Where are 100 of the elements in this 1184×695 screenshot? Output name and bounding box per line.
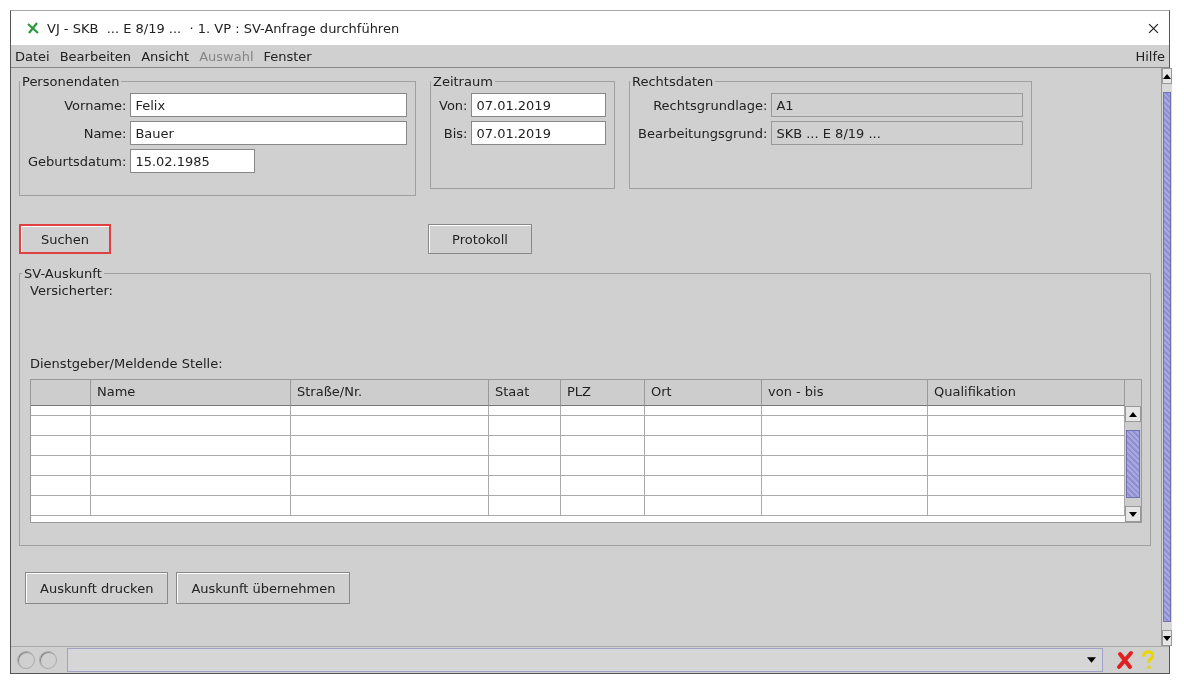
table-cell[interactable] bbox=[928, 496, 1125, 516]
table-cell[interactable] bbox=[489, 456, 561, 476]
employer-label: Dienstgeber/Meldende Stelle: bbox=[30, 356, 224, 371]
group-title: Rechtsdaten bbox=[631, 74, 715, 89]
input-field[interactable]: Felix bbox=[130, 93, 407, 117]
window-title: VJ - SKB ... E 8/19 ... · 1. VP : SV-Anfrage durchführen bbox=[47, 20, 400, 36]
table-cell[interactable] bbox=[561, 436, 645, 456]
table-cell[interactable] bbox=[645, 436, 762, 456]
group-title: Zeitraum bbox=[432, 74, 494, 89]
input-field[interactable]: A1 bbox=[771, 93, 1023, 117]
table-cell[interactable] bbox=[291, 456, 489, 476]
table-cell[interactable] bbox=[291, 496, 489, 516]
column-header[interactable] bbox=[31, 380, 91, 406]
down-arrow-icon bbox=[1129, 511, 1137, 517]
table-cell[interactable] bbox=[762, 476, 928, 496]
cross-icon[interactable] bbox=[1115, 650, 1135, 670]
table-cell[interactable] bbox=[762, 496, 928, 516]
table-cell[interactable] bbox=[291, 416, 489, 436]
table-cell[interactable] bbox=[91, 416, 291, 436]
table-cell[interactable] bbox=[645, 456, 762, 476]
column-header[interactable]: Name bbox=[91, 380, 291, 406]
field-label: Vorname: bbox=[63, 97, 127, 113]
field-label: Bearbeitungsgrund: bbox=[638, 125, 768, 141]
table-cell[interactable] bbox=[489, 436, 561, 456]
table-cell[interactable] bbox=[489, 496, 561, 516]
table-cell[interactable] bbox=[91, 406, 291, 416]
scroll-up-button[interactable] bbox=[1162, 68, 1172, 84]
table-cell[interactable] bbox=[561, 476, 645, 496]
apply-button[interactable]: Auskunft übernehmen bbox=[176, 572, 351, 604]
input-field[interactable]: 15.02.1985 bbox=[130, 149, 256, 173]
input-field[interactable]: 07.01.2019 bbox=[471, 121, 606, 145]
table-cell[interactable] bbox=[762, 406, 928, 416]
search-button[interactable]: Suchen bbox=[19, 224, 111, 254]
table-cell[interactable] bbox=[489, 476, 561, 496]
menu-item[interactable]: Datei bbox=[15, 48, 50, 64]
table-cell[interactable] bbox=[291, 476, 489, 496]
close-icon[interactable] bbox=[1148, 22, 1159, 34]
table-cell[interactable] bbox=[91, 456, 291, 476]
table-cell[interactable] bbox=[645, 416, 762, 436]
table-cell[interactable] bbox=[762, 456, 928, 476]
table-cell[interactable] bbox=[928, 476, 1125, 496]
column-header[interactable]: Ort bbox=[645, 380, 762, 406]
menu-item[interactable]: Fenster bbox=[263, 48, 312, 64]
table-cell[interactable] bbox=[91, 436, 291, 456]
menu-item[interactable]: Hilfe bbox=[1135, 48, 1165, 64]
field-label: Name: bbox=[82, 125, 127, 141]
message-combobox[interactable] bbox=[67, 648, 1103, 672]
field-label: Bis: bbox=[442, 125, 468, 141]
column-header[interactable]: von - bis bbox=[762, 380, 928, 406]
table-cell[interactable] bbox=[91, 476, 291, 496]
scroll-down-button[interactable] bbox=[1162, 630, 1172, 646]
table-cell[interactable] bbox=[762, 436, 928, 456]
table-cell[interactable] bbox=[31, 496, 91, 516]
table-cell[interactable] bbox=[489, 416, 561, 436]
table-cell[interactable] bbox=[928, 416, 1125, 436]
print-button[interactable]: Auskunft drucken bbox=[25, 572, 169, 604]
field-label: Von: bbox=[439, 97, 468, 113]
down-arrow-icon bbox=[1163, 635, 1171, 641]
table-cell[interactable] bbox=[928, 406, 1125, 416]
table-cell[interactable] bbox=[489, 406, 561, 416]
table-cell[interactable] bbox=[561, 406, 645, 416]
table-cell[interactable] bbox=[31, 456, 91, 476]
input-field[interactable]: Bauer bbox=[130, 121, 407, 145]
input-field[interactable]: SKB ... E 8/19 ... bbox=[771, 121, 1023, 145]
table-cell[interactable] bbox=[31, 476, 91, 496]
column-header[interactable]: Straße/Nr. bbox=[291, 380, 489, 406]
table-cell[interactable] bbox=[31, 436, 91, 456]
menu-item[interactable]: Bearbeiten bbox=[59, 48, 132, 64]
field-label: Geburtsdatum: bbox=[28, 153, 127, 169]
field-label: Rechtsgrundlage: bbox=[652, 97, 768, 113]
scroll-down-button[interactable] bbox=[1125, 506, 1141, 522]
menu-item[interactable]: Ansicht bbox=[141, 48, 190, 64]
table-cell[interactable] bbox=[561, 456, 645, 476]
column-header[interactable]: PLZ bbox=[561, 380, 645, 406]
caret-icon bbox=[1087, 657, 1096, 663]
protocol-button[interactable]: Protokoll bbox=[428, 224, 532, 254]
table-cell[interactable] bbox=[645, 406, 762, 416]
input-field[interactable]: 07.01.2019 bbox=[471, 93, 606, 117]
table-cell[interactable] bbox=[928, 436, 1125, 456]
scroll-up-button[interactable] bbox=[1125, 406, 1141, 422]
insured-label: Versicherter: bbox=[30, 283, 114, 298]
table-cell[interactable] bbox=[928, 456, 1125, 476]
group-title: Personendaten bbox=[21, 74, 121, 89]
table-cell[interactable] bbox=[291, 436, 489, 456]
table-cell[interactable] bbox=[291, 406, 489, 416]
table-cell[interactable] bbox=[31, 406, 91, 416]
up-arrow-icon bbox=[1129, 411, 1137, 417]
cross-icon bbox=[27, 22, 39, 34]
table-cell[interactable] bbox=[561, 496, 645, 516]
up-arrow-icon bbox=[1163, 73, 1171, 79]
table-cell[interactable] bbox=[91, 496, 291, 516]
column-header[interactable]: Staat bbox=[489, 380, 561, 406]
scrollbar[interactable] bbox=[1161, 68, 1172, 646]
column-header[interactable]: Qualifikation bbox=[928, 380, 1125, 406]
scrollbar[interactable] bbox=[1125, 380, 1141, 522]
table-cell[interactable] bbox=[762, 416, 928, 436]
table-cell[interactable] bbox=[645, 476, 762, 496]
table-cell[interactable] bbox=[561, 416, 645, 436]
table-cell[interactable] bbox=[645, 496, 762, 516]
table-cell[interactable] bbox=[31, 416, 91, 436]
